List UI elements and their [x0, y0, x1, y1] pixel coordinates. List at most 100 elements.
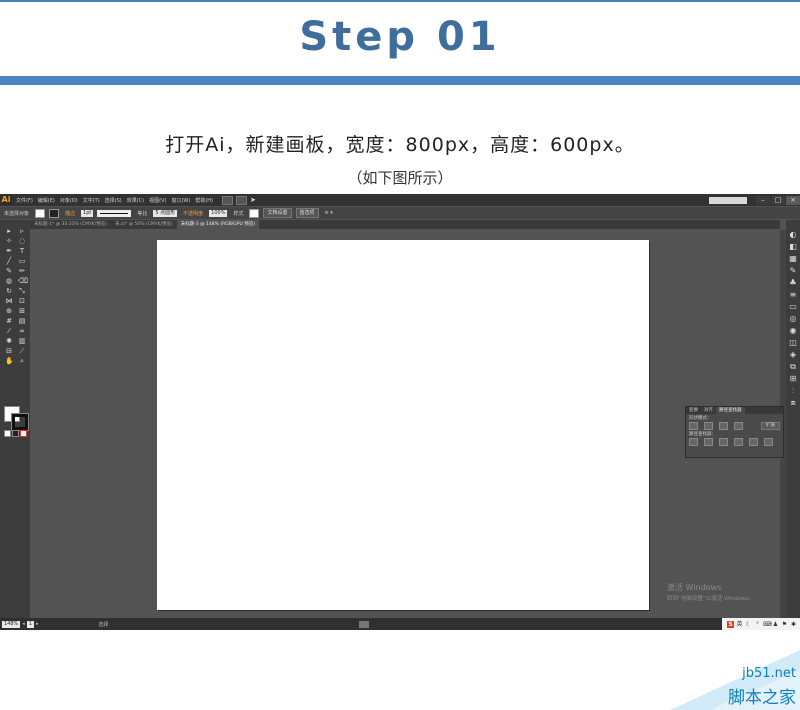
- artboard[interactable]: [157, 240, 649, 610]
- menu-effect[interactable]: 效果(C): [127, 197, 144, 204]
- stroke-profile-label[interactable]: 等比: [137, 210, 147, 217]
- stroke-panel-icon[interactable]: ≡: [789, 290, 798, 299]
- eyedropper-tool-icon[interactable]: ⁄: [5, 328, 13, 335]
- color-mode-swatch[interactable]: [4, 430, 11, 437]
- zoom-tool-icon[interactable]: ⌕: [18, 358, 26, 365]
- tab-document-2[interactable]: 未.ai* @ 50% (CMYK/预览): [111, 220, 177, 229]
- divide-icon[interactable]: [689, 438, 698, 446]
- free-transform-tool-icon[interactable]: ⊡: [18, 298, 26, 305]
- hand-tool-icon[interactable]: ✋: [5, 358, 14, 365]
- artboards-panel-icon[interactable]: ⧉: [789, 362, 798, 371]
- outline-icon[interactable]: [749, 438, 758, 446]
- artboard-next-icon[interactable]: ▸: [36, 621, 39, 627]
- user-icon[interactable]: ♟: [772, 621, 779, 628]
- gradient-panel-icon[interactable]: ▭: [789, 302, 798, 311]
- menu-select[interactable]: 选择(S): [105, 197, 122, 204]
- opacity-field[interactable]: 100%: [209, 209, 228, 217]
- lasso-tool-icon[interactable]: ◌: [18, 238, 26, 245]
- arrange-docs-icon[interactable]: [236, 195, 247, 205]
- swatches-panel-icon[interactable]: ▦: [789, 254, 798, 263]
- brushes-panel-icon[interactable]: ✎: [789, 266, 798, 275]
- gradient-mode-swatch[interactable]: [12, 430, 19, 437]
- perspective-grid-tool-icon[interactable]: ⊞: [18, 308, 26, 315]
- fill-swatch[interactable]: [35, 208, 46, 218]
- selection-tool-icon[interactable]: ▸: [5, 228, 13, 235]
- shape-builder-tool-icon[interactable]: ⊕: [5, 308, 13, 315]
- sogou-ime-icon[interactable]: S: [727, 620, 734, 628]
- tab-pathfinder[interactable]: 路径查找器: [716, 407, 745, 414]
- expand-button[interactable]: 扩展: [761, 422, 780, 430]
- minus-front-icon[interactable]: [704, 422, 713, 430]
- symbol-sprayer-tool-icon[interactable]: ✺: [5, 338, 13, 345]
- tab-align[interactable]: 对齐: [701, 407, 716, 414]
- stroke-color-box[interactable]: [11, 413, 29, 431]
- exclude-icon[interactable]: [734, 422, 743, 430]
- document-setup-button[interactable]: 文档设置: [263, 208, 292, 218]
- magic-wand-tool-icon[interactable]: ✧: [5, 238, 13, 245]
- mesh-tool-icon[interactable]: #: [5, 318, 13, 325]
- menu-view[interactable]: 视图(V): [149, 197, 166, 204]
- menu-type[interactable]: 文字(T): [83, 197, 100, 204]
- blend-tool-icon[interactable]: ∞: [18, 328, 26, 335]
- none-mode-swatch[interactable]: [20, 430, 27, 437]
- color-panel-icon[interactable]: ◐: [789, 230, 798, 239]
- minimize-button[interactable]: –: [756, 195, 770, 205]
- style-swatch[interactable]: [249, 208, 260, 218]
- menu-edit[interactable]: 编辑(E): [38, 197, 55, 204]
- preferences-button[interactable]: 首选项: [295, 208, 319, 218]
- fill-stroke-widget[interactable]: [4, 406, 29, 431]
- tab-transform[interactable]: 变换: [686, 407, 701, 414]
- symbols-panel-icon[interactable]: ♣: [789, 278, 798, 287]
- menu-window[interactable]: 窗口(W): [171, 197, 190, 204]
- opacity-label[interactable]: 不透明度: [183, 210, 203, 217]
- more-options-icon[interactable]: ≡ ▾: [325, 210, 333, 216]
- stroke-weight-field[interactable]: 1pt: [81, 209, 94, 217]
- crop-icon[interactable]: [734, 438, 743, 446]
- menu-file[interactable]: 文件(F): [16, 197, 33, 204]
- layers-panel-icon[interactable]: ◈: [789, 350, 798, 359]
- artboard-tool-icon[interactable]: ⊟: [5, 348, 13, 355]
- artboard-prev-icon[interactable]: ◂: [22, 621, 25, 627]
- blob-brush-tool-icon[interactable]: ◍: [5, 278, 13, 285]
- canvas-area[interactable]: 激活 Windows 转到“电脑设置”以激活 Windows。: [30, 230, 780, 618]
- pencil-tool-icon[interactable]: ✏: [18, 268, 26, 275]
- maximize-button[interactable]: □: [771, 195, 785, 205]
- intersect-icon[interactable]: [719, 422, 728, 430]
- pen-tool-icon[interactable]: ✒: [5, 248, 13, 255]
- brush-field[interactable]: 5 点圆形: [153, 209, 178, 217]
- app-logo[interactable]: Ai: [0, 194, 12, 206]
- keyboard-icon[interactable]: ⌨: [763, 621, 772, 628]
- tab-document-3[interactable]: 未标题-3 @ 148% (RGB/GPU 预览): [176, 220, 259, 229]
- menu-object[interactable]: 对象(O): [60, 197, 78, 204]
- type-tool-icon[interactable]: T: [18, 248, 26, 255]
- merge-icon[interactable]: [719, 438, 728, 446]
- artboard-number-field[interactable]: 1: [26, 620, 34, 628]
- trim-icon[interactable]: [704, 438, 713, 446]
- direct-selection-tool-icon[interactable]: ▹: [18, 228, 26, 235]
- stroke-swatch[interactable]: [49, 208, 60, 218]
- zoom-field[interactable]: 148%: [2, 620, 21, 628]
- align-panel-icon[interactable]: ⫶: [789, 386, 798, 395]
- transform-panel-icon[interactable]: ⊞: [789, 374, 798, 383]
- pathfinder-panel-icon[interactable]: ⧈: [789, 398, 798, 407]
- color-guide-icon[interactable]: ◧: [789, 242, 798, 251]
- settings-icon[interactable]: ✱: [790, 621, 797, 628]
- rotate-tool-icon[interactable]: ↻: [5, 288, 13, 295]
- menu-help[interactable]: 帮助(H): [195, 197, 213, 204]
- moon-icon[interactable]: ☾: [745, 621, 752, 628]
- unite-icon[interactable]: [689, 422, 698, 430]
- horizontal-scroll-thumb[interactable]: [358, 620, 369, 628]
- close-button[interactable]: ×: [786, 195, 800, 205]
- line-tool-icon[interactable]: ╱: [5, 258, 13, 265]
- stroke-profile-preview[interactable]: [97, 209, 132, 217]
- stroke-label[interactable]: 描边: [65, 210, 75, 217]
- search-input[interactable]: [709, 196, 747, 204]
- language-icon[interactable]: 英: [736, 621, 743, 628]
- appearance-panel-icon[interactable]: ◉: [789, 326, 798, 335]
- minus-back-icon[interactable]: [764, 438, 773, 446]
- rectangle-tool-icon[interactable]: ▭: [18, 258, 26, 265]
- transparency-panel-icon[interactable]: ◎: [789, 314, 798, 323]
- eraser-tool-icon[interactable]: ⌫: [18, 278, 28, 285]
- tab-document-1[interactable]: 未标题-1* @ 33.33% (CMYK/预览): [30, 220, 111, 229]
- slice-tool-icon[interactable]: ⟋: [18, 348, 26, 355]
